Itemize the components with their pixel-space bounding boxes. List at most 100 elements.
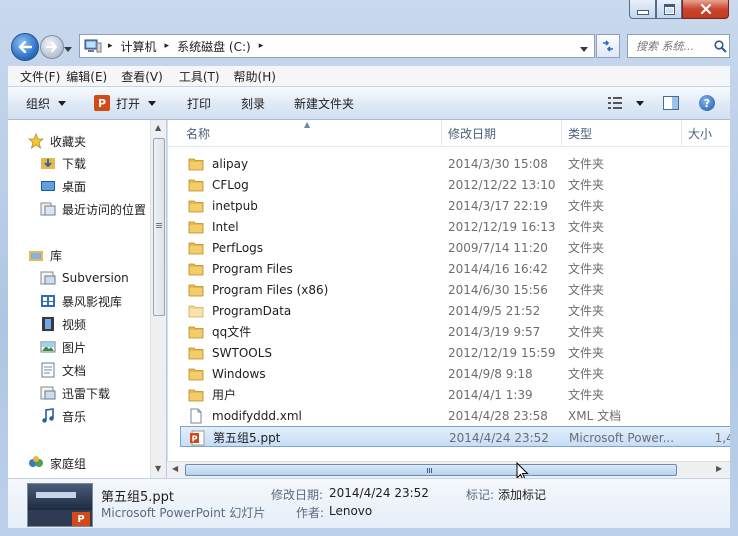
file-row[interactable]: qq文件 2014/3/19 9:57 文件夹	[180, 321, 730, 342]
nav-libraries[interactable]: 库	[28, 245, 62, 265]
details-filename: 第五组5.ppt	[101, 490, 175, 505]
column-type[interactable]: 类型	[562, 120, 682, 146]
file-name: alipay	[212, 156, 249, 171]
nav-lib-pictures[interactable]: 图片	[40, 337, 86, 357]
menu-edit[interactable]: 编辑(E)	[66, 68, 113, 85]
file-row[interactable]: Program Files (x86) 2014/6/30 15:56 文件夹	[180, 279, 730, 300]
file-row[interactable]: CFLog 2012/12/22 13:10 文件夹	[180, 174, 730, 195]
file-row[interactable]: 用户 2014/4/1 1:39 文件夹	[180, 384, 730, 405]
search-icon	[714, 39, 727, 53]
menu-help[interactable]: 帮助(H)	[226, 68, 282, 85]
nav-lib-documents[interactable]: 文档	[40, 360, 86, 380]
open-label: 打开	[116, 96, 141, 111]
preview-pane-button[interactable]	[663, 87, 679, 119]
breadcrumb-computer[interactable]: 计算机	[121, 38, 157, 55]
column-name[interactable]: 名称	[180, 120, 442, 146]
file-type-cell: 文件夹	[568, 157, 605, 171]
file-name: qq文件	[212, 325, 252, 339]
file-name: modifyddd.xml	[212, 408, 302, 423]
nav-recent-places[interactable]: 最近访问的位置	[40, 199, 146, 219]
scroll-left-arrow-icon[interactable]: ◀	[172, 464, 178, 473]
open-button[interactable]: P 打开	[94, 87, 157, 119]
nav-pane-scrollbar[interactable]: ▲ ▼	[150, 120, 166, 478]
file-row[interactable]: Intel 2012/12/19 16:13 文件夹	[180, 216, 730, 237]
nav-pane-scroll-thumb[interactable]	[153, 138, 165, 316]
file-row[interactable]: PerfLogs 2009/7/14 11:20 文件夹	[180, 237, 730, 258]
file-row[interactable]: ProgramData 2014/9/5 21:52 文件夹	[180, 300, 730, 321]
file-row[interactable]: modifyddd.xml 2014/4/28 23:58 XML 文档 2	[180, 405, 730, 426]
file-row[interactable]: Program Files 2014/4/16 16:42 文件夹	[180, 258, 730, 279]
search-input[interactable]	[636, 39, 714, 53]
folder-icon	[188, 366, 212, 382]
file-size-cell: 2	[688, 405, 730, 426]
help-button[interactable]: ?	[699, 87, 715, 119]
file-name: Program Files (x86)	[212, 282, 329, 297]
file-type-cell: XML 文档	[568, 409, 622, 423]
file-type-cell: 文件夹	[568, 304, 605, 318]
folder-icon	[188, 303, 212, 319]
folder-icon	[188, 177, 212, 193]
file-name: Windows	[212, 366, 266, 381]
column-size[interactable]: 大小	[682, 120, 730, 146]
organize-button[interactable]: 组织	[26, 87, 67, 119]
nav-favorites[interactable]: 收藏夹	[28, 131, 86, 151]
scroll-down-arrow-icon[interactable]: ▼	[155, 464, 161, 473]
nav-lib-videos[interactable]: 视频	[40, 314, 86, 334]
burn-button[interactable]: 刻录	[241, 87, 265, 119]
file-row[interactable]: alipay 2014/3/30 15:08 文件夹	[180, 153, 730, 174]
address-bar[interactable]: ▸ 计算机 ▸ 系统磁盘 (C:) ▸	[79, 34, 595, 58]
new-folder-button[interactable]: 新建文件夹	[294, 87, 354, 119]
menu-view[interactable]: 查看(V)	[113, 68, 169, 85]
file-size-cell	[688, 195, 730, 216]
change-view-button[interactable]	[608, 87, 644, 119]
folder-icon	[188, 240, 212, 256]
file-row[interactable]: Windows 2014/9/8 9:18 文件夹	[180, 363, 730, 384]
file-row[interactable]: inetpub 2014/3/17 22:19 文件夹	[180, 195, 730, 216]
refresh-button[interactable]	[596, 34, 620, 58]
forward-button[interactable]	[40, 35, 64, 59]
file-type-cell: 文件夹	[568, 325, 605, 339]
details-tags-value[interactable]: 添加标记	[498, 486, 546, 503]
recent-pages-dropdown[interactable]	[64, 42, 72, 52]
title-bar[interactable]	[0, 0, 738, 28]
horizontal-scroll-thumb[interactable]	[185, 464, 677, 476]
nav-lib-subversion[interactable]: Subversion	[40, 268, 129, 288]
downloads-folder-icon	[41, 158, 55, 169]
menu-tools[interactable]: 工具(T)	[169, 68, 226, 85]
address-history-dropdown[interactable]	[580, 42, 588, 56]
file-row[interactable]: P 第五组5.ppt 2014/4/24 23:52 Microsoft Power.…	[180, 426, 730, 447]
picture-icon	[40, 341, 56, 353]
file-list-horizontal-scrollbar[interactable]: ◀ ▶	[167, 461, 730, 478]
file-date-cell: 2014/9/5 21:52	[448, 303, 541, 318]
breadcrumb-drive[interactable]: 系统磁盘 (C:)	[177, 38, 251, 55]
menu-file[interactable]: 文件(F)	[8, 68, 66, 85]
file-row[interactable]: SWTOOLS 2012/12/19 15:59 文件夹	[180, 342, 730, 363]
file-name-cell: Intel	[188, 216, 438, 237]
nav-homegroup[interactable]: 家庭组	[28, 453, 86, 473]
file-date-cell: 2014/4/24 23:52	[449, 430, 549, 445]
nav-lib-thunder[interactable]: 迅雷下载	[40, 383, 110, 403]
details-modified-label: 修改日期:	[271, 488, 324, 502]
scroll-up-arrow-icon[interactable]: ▲	[155, 123, 161, 132]
navigation-row: ▸ 计算机 ▸ 系统磁盘 (C:) ▸	[0, 28, 738, 64]
maximize-button[interactable]	[656, 0, 682, 19]
scroll-right-arrow-icon[interactable]: ▶	[716, 464, 722, 473]
back-button[interactable]	[11, 33, 39, 61]
nav-desktop[interactable]: 桌面	[40, 176, 86, 196]
minimize-button[interactable]	[629, 0, 656, 19]
nav-lib-music[interactable]: 音乐	[40, 406, 86, 426]
column-date[interactable]: 修改日期	[442, 120, 562, 146]
nav-lib-baofeng[interactable]: 暴风影视库	[40, 291, 122, 311]
file-name-cell: PerfLogs	[188, 237, 438, 258]
file-size-cell	[688, 153, 730, 174]
close-button[interactable]	[682, 0, 729, 19]
search-box[interactable]	[627, 34, 730, 58]
navigation-pane: 收藏夹 下载 桌面 最近访问的位置 库 Subversion 暴风影视库 视频 …	[8, 120, 166, 478]
details-author-value[interactable]: Lenovo	[329, 504, 372, 518]
file-name-cell: qq文件	[188, 321, 438, 342]
file-name-cell: P 第五组5.ppt	[189, 427, 439, 448]
file-size-cell	[688, 321, 730, 342]
video-library-icon	[41, 295, 55, 307]
nav-downloads[interactable]: 下载	[40, 153, 86, 173]
print-button[interactable]: 打印	[187, 87, 211, 119]
